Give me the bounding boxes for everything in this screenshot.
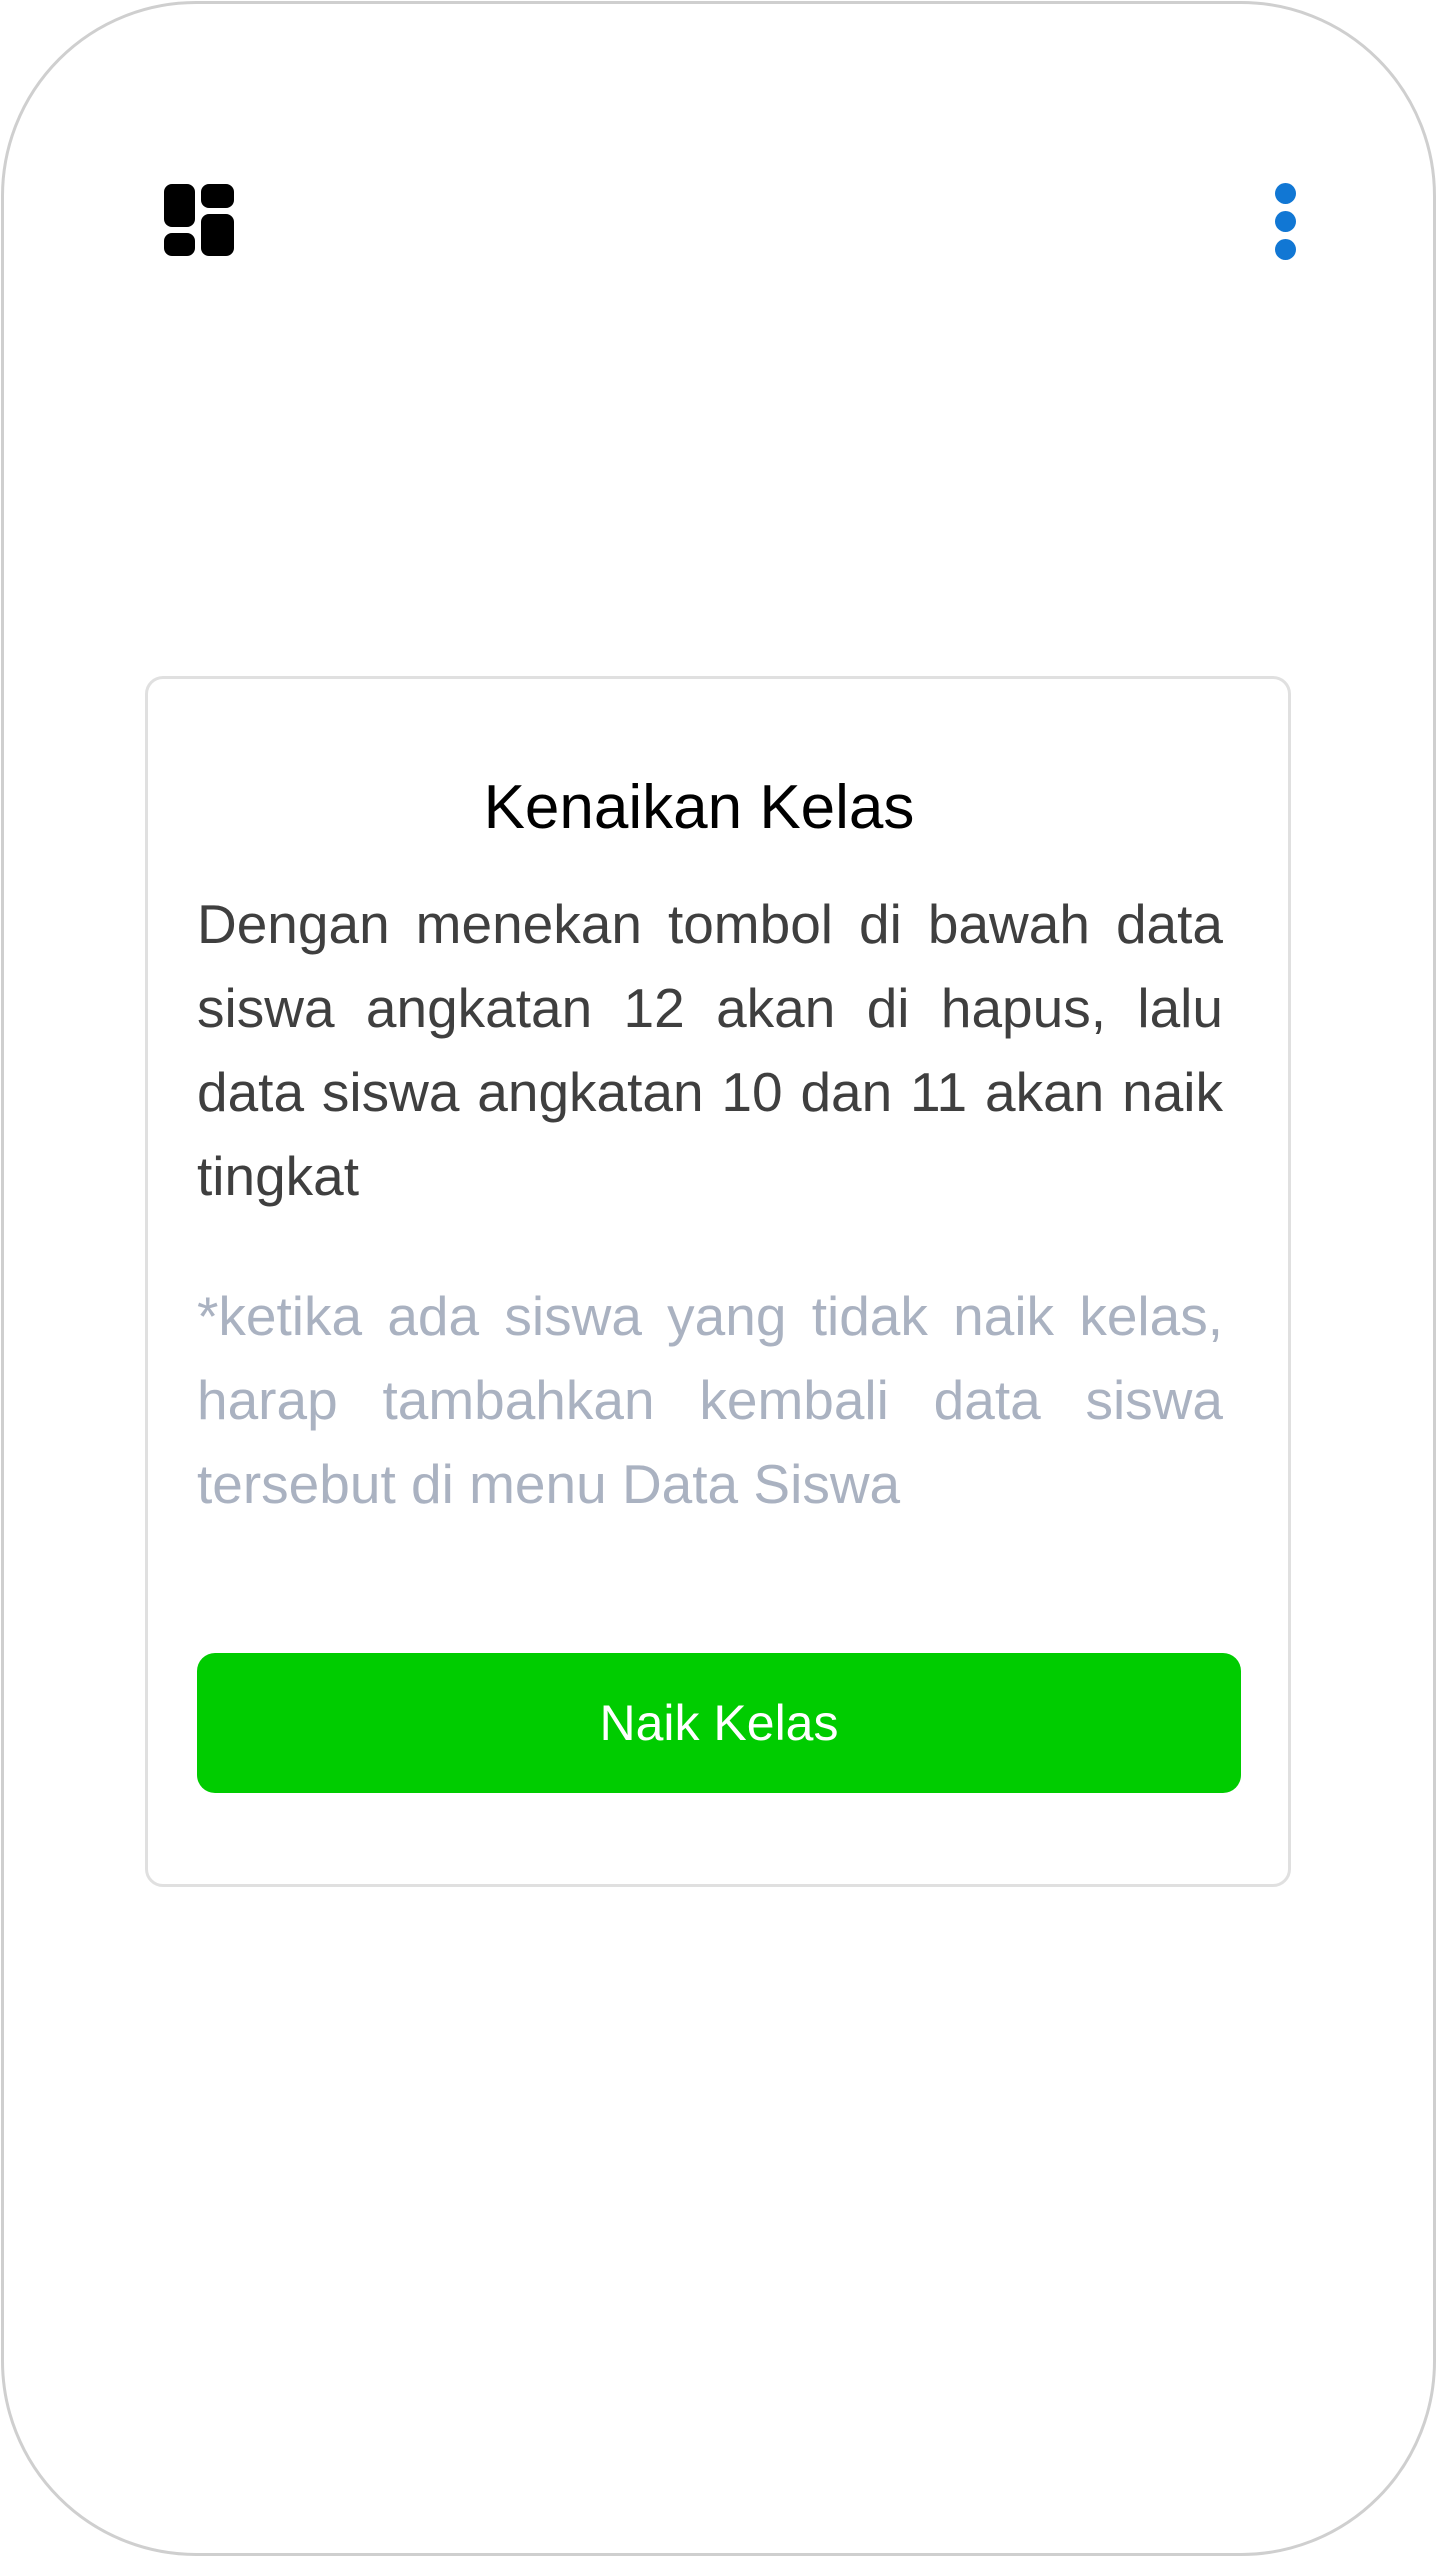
naik-kelas-button[interactable]: Naik Kelas bbox=[197, 1653, 1241, 1793]
card-description: Dengan menekan tombol di bawah data sisw… bbox=[197, 893, 1223, 1207]
more-vertical-icon-dot bbox=[1275, 239, 1296, 260]
dashboard-grid-icon-cell bbox=[201, 214, 234, 256]
card-title: Kenaikan Kelas bbox=[483, 773, 915, 842]
promotion-card: Kenaikan Kelas Dengan menekan tombol di … bbox=[145, 676, 1291, 1887]
dashboard-grid-icon-cell bbox=[164, 233, 195, 256]
card-note: *ketika ada siswa yang tidak naik kelas,… bbox=[197, 1285, 1223, 1515]
dashboard-grid-icon[interactable] bbox=[164, 184, 236, 256]
more-vertical-icon-dot bbox=[1275, 211, 1296, 232]
more-vertical-icon[interactable] bbox=[1264, 179, 1308, 265]
dashboard-grid-icon-cell bbox=[201, 184, 234, 208]
more-vertical-icon-dot bbox=[1275, 183, 1296, 204]
dashboard-grid-icon-cell bbox=[164, 184, 195, 227]
